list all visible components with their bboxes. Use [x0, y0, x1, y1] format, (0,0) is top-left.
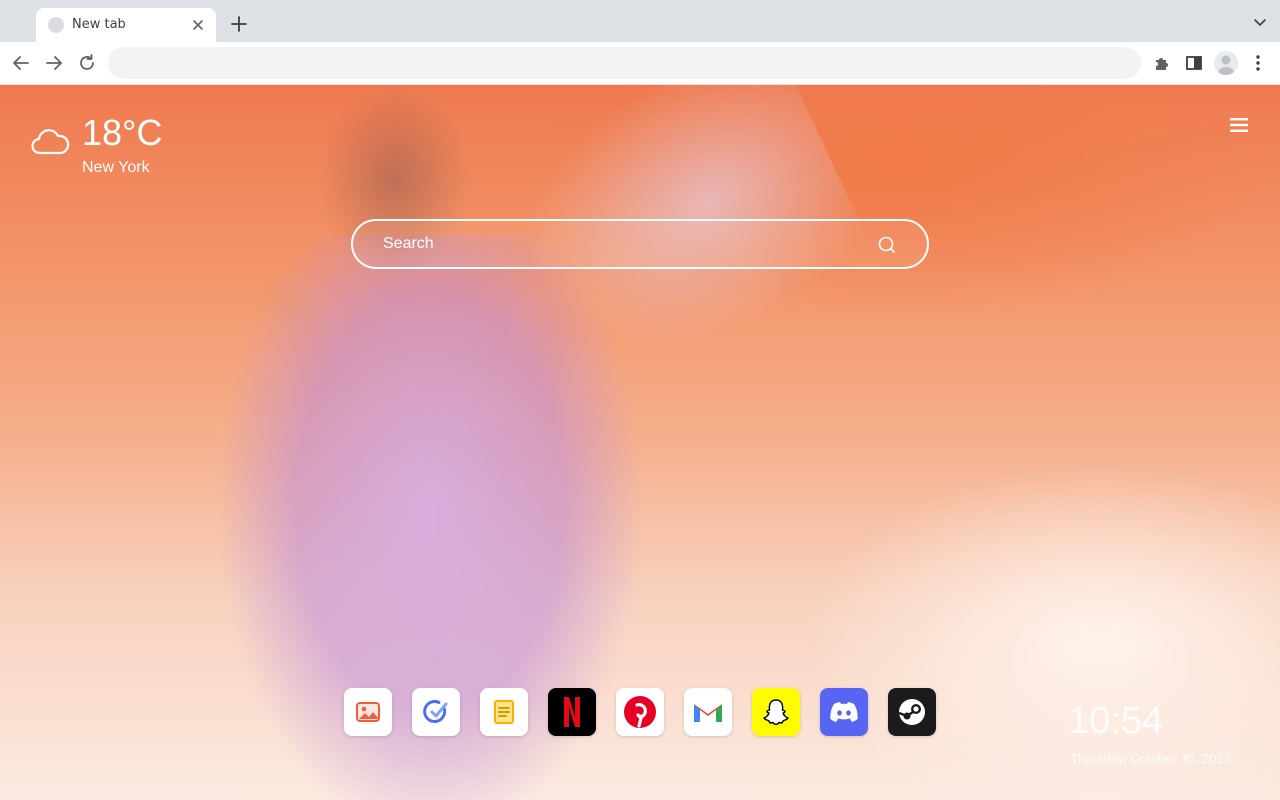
pinterest-app[interactable] — [616, 688, 664, 736]
new-tab-button[interactable] — [228, 13, 250, 35]
chevron-down-icon — [1254, 19, 1266, 26]
photos-icon — [356, 702, 380, 722]
side-panel-button[interactable] — [1183, 52, 1205, 74]
more-vert-icon — [1256, 55, 1260, 71]
weather-city: New York — [82, 159, 150, 176]
discord-app[interactable] — [820, 688, 868, 736]
gmail-icon — [694, 704, 722, 722]
notes-icon — [494, 700, 514, 724]
forward-button[interactable] — [43, 52, 65, 74]
clock-date: Thursday, October 30, 2023 — [1070, 751, 1231, 766]
tab-strip: New tab — [0, 0, 1280, 42]
snapchat-app[interactable] — [752, 688, 800, 736]
steam-app[interactable] — [888, 688, 936, 736]
profile-avatar[interactable] — [1214, 51, 1238, 75]
weather-temperature: 18°C — [82, 112, 163, 153]
forward-icon — [46, 56, 62, 70]
photos-app[interactable] — [344, 688, 392, 736]
search-box[interactable]: Search — [351, 219, 929, 269]
browser-toolbar — [0, 42, 1280, 85]
search-input[interactable]: Search — [383, 235, 434, 253]
new-tab-page: 18°C New York Search 10:54 Thursday, Oct… — [0, 85, 1280, 800]
back-icon — [13, 56, 29, 70]
steam-icon — [898, 699, 925, 725]
reload-button[interactable] — [76, 52, 98, 74]
discord-icon — [830, 702, 858, 722]
pinterest-icon — [624, 696, 656, 728]
hamburger-menu-icon[interactable] — [1229, 117, 1249, 133]
reload-icon — [80, 54, 94, 70]
netflix-app[interactable] — [548, 688, 596, 736]
snapchat-icon — [763, 699, 789, 726]
search-icon[interactable] — [877, 235, 897, 255]
notes-app[interactable] — [480, 688, 528, 736]
netflix-icon — [564, 697, 580, 727]
extensions-icon — [1156, 58, 1168, 70]
plus-icon — [231, 16, 247, 32]
side-panel-icon — [1186, 56, 1202, 70]
clock-time: 10:54 — [1068, 700, 1164, 742]
tab-search-button[interactable] — [1252, 14, 1268, 30]
avatar-icon — [1218, 55, 1234, 75]
extensions-button[interactable] — [1151, 52, 1173, 74]
tasks-icon — [423, 700, 448, 723]
tab-new-tab[interactable]: New tab — [36, 8, 216, 42]
cloud-icon — [30, 126, 70, 158]
more-menu-button[interactable] — [1247, 52, 1269, 74]
gmail-app[interactable] — [684, 688, 732, 736]
close-icon[interactable] — [188, 15, 208, 35]
tab-title: New tab — [72, 17, 126, 32]
address-bar[interactable] — [108, 47, 1141, 79]
tab-favicon-icon — [48, 17, 64, 33]
tasks-app[interactable] — [412, 688, 460, 736]
back-button[interactable] — [10, 52, 32, 74]
